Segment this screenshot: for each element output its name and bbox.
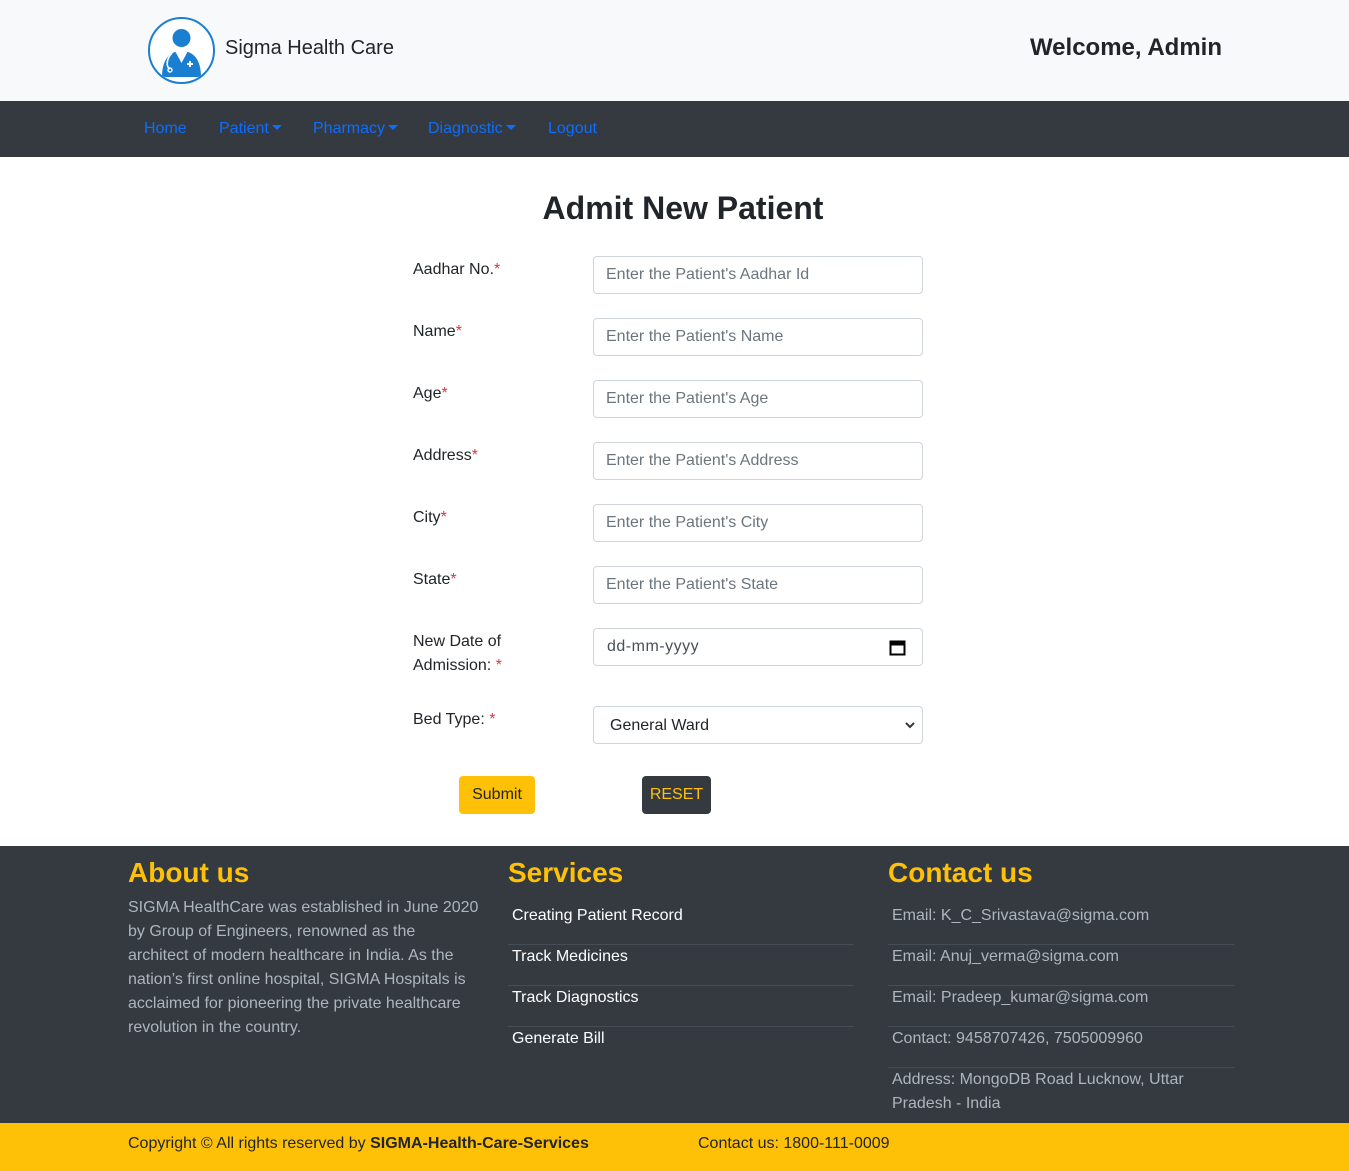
nav-patient-label: Patient: [219, 120, 269, 137]
nav-home-label: Home: [144, 120, 187, 137]
contact-heading: Contact us: [888, 857, 1033, 888]
city-input[interactable]: [593, 504, 923, 542]
caret-down-icon: [505, 125, 516, 130]
services-heading: Services: [508, 857, 624, 888]
name-input[interactable]: [593, 318, 923, 356]
bed-type-label: Bed Type: *: [413, 711, 496, 728]
bed-type-select[interactable]: General Ward: [593, 706, 923, 744]
reset-button[interactable]: RESET: [642, 776, 711, 814]
about-text: SIGMA HealthCare was established in June…: [128, 899, 479, 1036]
submit-button[interactable]: Submit: [459, 776, 535, 814]
service-item[interactable]: Track Medicines: [508, 945, 854, 986]
nav-pharmacy-dropdown[interactable]: Pharmacy: [313, 120, 399, 138]
bed-type-value: General Ward: [610, 717, 709, 734]
date-placeholder: dd-mm-yyyy: [607, 638, 700, 655]
contact-item: Email: K_C_Srivastava@sigma.com: [888, 904, 1234, 945]
calendar-icon[interactable]: [889, 639, 906, 656]
welcome-message: Welcome, Admin: [1029, 34, 1222, 61]
address-label: Address*: [413, 447, 478, 464]
aadhar-label: Aadhar No.*: [413, 261, 501, 278]
admission-date-label: New Date of Admission: *: [413, 633, 502, 674]
contact-item: Email: Anuj_verma@sigma.com: [888, 945, 1234, 986]
nav-diagnostic-label: Diagnostic: [428, 120, 503, 137]
brand-name[interactable]: Sigma Health Care: [225, 37, 394, 60]
aadhar-input[interactable]: [593, 256, 923, 294]
main-navbar: Home Patient Pharmacy Diagnostic Logout: [0, 101, 1349, 157]
caret-down-icon: [388, 125, 399, 130]
contact-item: Contact: 9458707426, 7505009960: [888, 1027, 1234, 1068]
name-label: Name*: [413, 323, 462, 340]
copyright-contact: Contact us: 1800-111-0009: [698, 1135, 890, 1152]
service-item[interactable]: Track Diagnostics: [508, 986, 854, 1027]
chevron-down-icon: [905, 722, 915, 729]
nav-logout-label: Logout: [548, 120, 597, 137]
nav-patient-dropdown[interactable]: Patient: [219, 120, 282, 138]
copyright-text: Copyright © All rights reserved by SIGMA…: [128, 1135, 589, 1152]
service-item[interactable]: Generate Bill: [508, 1027, 854, 1068]
city-label: City*: [413, 509, 447, 526]
doctor-logo-icon[interactable]: [148, 17, 215, 84]
copyright-org: SIGMA-Health-Care-Services: [370, 1135, 589, 1152]
nav-home[interactable]: Home: [144, 120, 187, 138]
admission-date-input[interactable]: dd-mm-yyyy: [593, 628, 923, 666]
age-label: Age*: [413, 385, 448, 402]
footer: About us SIGMA HealthCare was establishe…: [0, 846, 1349, 1123]
about-heading: About us: [128, 857, 250, 888]
state-label: State*: [413, 571, 457, 588]
nav-logout[interactable]: Logout: [548, 120, 597, 138]
contact-item: Email: Pradeep_kumar@sigma.com: [888, 986, 1234, 1027]
caret-down-icon: [271, 125, 282, 130]
copyright-bar: Copyright © All rights reserved by SIGMA…: [0, 1123, 1349, 1171]
nav-pharmacy-label: Pharmacy: [313, 120, 386, 137]
nav-diagnostic-dropdown[interactable]: Diagnostic: [428, 120, 516, 138]
age-input[interactable]: [593, 380, 923, 418]
page-title: Admit New Patient: [542, 190, 824, 226]
top-header: Sigma Health Care Welcome, Admin: [0, 0, 1349, 101]
address-input[interactable]: [593, 442, 923, 480]
service-item[interactable]: Creating Patient Record: [508, 904, 854, 945]
contact-address: Address: MongoDB Road Lucknow, Uttar Pra…: [892, 1071, 1184, 1112]
state-input[interactable]: [593, 566, 923, 604]
